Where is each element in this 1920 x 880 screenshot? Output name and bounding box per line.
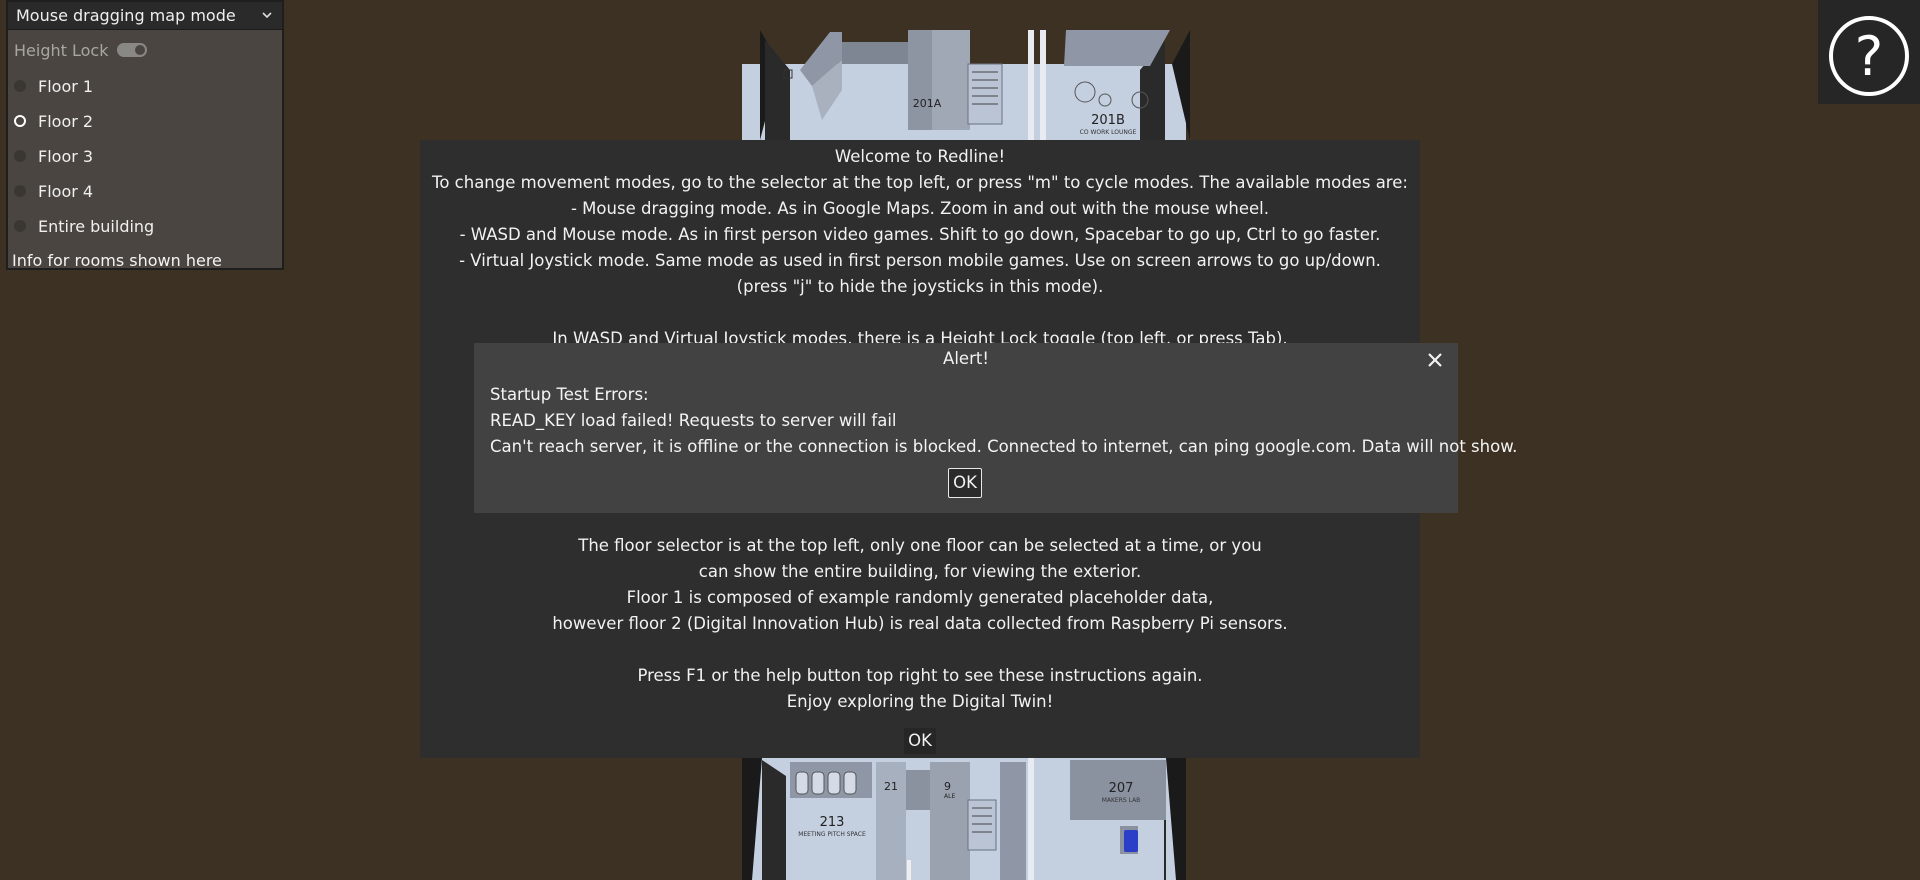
room-caption-213: MEETING PITCH SPACE bbox=[798, 831, 866, 838]
building-bottom: 213 MEETING PITCH SPACE 207 MAKERS LAB 2… bbox=[742, 758, 1186, 880]
alert-title: Alert! bbox=[943, 349, 989, 368]
welcome-text-line: Floor 1 is composed of example randomly … bbox=[626, 588, 1214, 607]
welcome-text-line: Enjoy exploring the Digital Twin! bbox=[786, 692, 1054, 711]
radio-button[interactable] bbox=[14, 220, 26, 232]
welcome-text-line: - WASD and Mouse mode. As in first perso… bbox=[459, 225, 1381, 244]
floor-option-label: Floor 1 bbox=[38, 76, 94, 96]
welcome-text-line: - Mouse dragging mode. As in Google Maps… bbox=[570, 199, 1270, 218]
room-info-panel: Info for rooms shown here bbox=[8, 246, 282, 274]
welcome-title: Welcome to Redline! bbox=[834, 147, 1006, 166]
welcome-text-line: however floor 2 (Digital Innovation Hub)… bbox=[552, 614, 1288, 633]
room-info-text: Info for rooms shown here bbox=[12, 250, 222, 270]
floor-option-3[interactable]: Floor 3 bbox=[8, 142, 282, 170]
radio-button[interactable] bbox=[14, 185, 26, 197]
movement-mode-select[interactable]: Mouse dragging map mode bbox=[8, 2, 282, 30]
room-stub-label-3: ALE bbox=[944, 793, 955, 800]
question-circle-icon: ? bbox=[1829, 16, 1909, 96]
radio-button[interactable] bbox=[14, 80, 26, 92]
room-caption-201b: CO WORK LOUNGE bbox=[1080, 129, 1137, 136]
welcome-text-line: Press F1 or the help button top right to… bbox=[637, 666, 1203, 685]
room-label-201a: 201A bbox=[913, 97, 942, 110]
alert-message-line: READ_KEY load failed! Requests to server… bbox=[490, 411, 897, 430]
room-caption-207: MAKERS LAB bbox=[1102, 797, 1141, 804]
floor-control-panel: Mouse dragging map mode Height Lock Floo… bbox=[6, 0, 284, 270]
floor-option-1[interactable]: Floor 1 bbox=[8, 72, 282, 100]
chevron-down-icon bbox=[262, 12, 272, 19]
welcome-text-line: To change movement modes, go to the sele… bbox=[432, 173, 1408, 192]
floor-option-2[interactable]: Floor 2 bbox=[8, 107, 282, 135]
welcome-ok-button[interactable]: OK bbox=[904, 728, 936, 754]
help-button[interactable]: ? bbox=[1818, 0, 1920, 104]
welcome-text-line: can show the entire building, for viewin… bbox=[698, 562, 1142, 581]
floor-option-label: Entire building bbox=[38, 216, 155, 236]
room-stub-label-2: 9 bbox=[944, 780, 951, 793]
floor-option-label: Floor 3 bbox=[38, 146, 94, 166]
floor-option-4[interactable]: Floor 4 bbox=[8, 177, 282, 205]
welcome-text-line: The floor selector is at the top left, o… bbox=[578, 536, 1262, 555]
alert-ok-button[interactable]: OK bbox=[948, 468, 982, 498]
alert-message-line: Can't reach server, it is offline or the… bbox=[490, 437, 1518, 456]
room-label-207: 207 bbox=[1109, 781, 1134, 796]
alert-message-line: Startup Test Errors: bbox=[490, 385, 649, 404]
room-label-213: 213 bbox=[820, 815, 845, 830]
building-top: 201A 201B CO WORK LOUNGE bbox=[742, 30, 1190, 144]
floor-option-label: Floor 4 bbox=[38, 181, 94, 201]
floor-option-entire-building[interactable]: Entire building bbox=[8, 212, 282, 240]
alert-dialog: Alert! Startup Test Errors: READ_KEY loa… bbox=[474, 343, 1517, 513]
welcome-text-line: - Virtual Joystick mode. Same mode as us… bbox=[459, 251, 1381, 270]
radio-button-selected[interactable] bbox=[14, 115, 26, 127]
toggle-knob bbox=[135, 45, 146, 55]
movement-mode-value: Mouse dragging map mode bbox=[16, 6, 236, 25]
height-lock-label: Height Lock bbox=[14, 40, 109, 60]
height-lock-toggle[interactable] bbox=[117, 43, 148, 57]
close-icon[interactable] bbox=[1424, 349, 1446, 371]
room-stub-label-1: 21 bbox=[884, 780, 898, 793]
radio-button[interactable] bbox=[14, 150, 26, 162]
room-label-201b: 201B bbox=[1091, 113, 1125, 128]
welcome-text-line: (press "j" to hide the joysticks in this… bbox=[736, 277, 1104, 296]
height-lock-row: Height Lock bbox=[8, 36, 282, 64]
floor-option-label: Floor 2 bbox=[38, 111, 94, 131]
svg-text:?: ? bbox=[1855, 25, 1884, 88]
